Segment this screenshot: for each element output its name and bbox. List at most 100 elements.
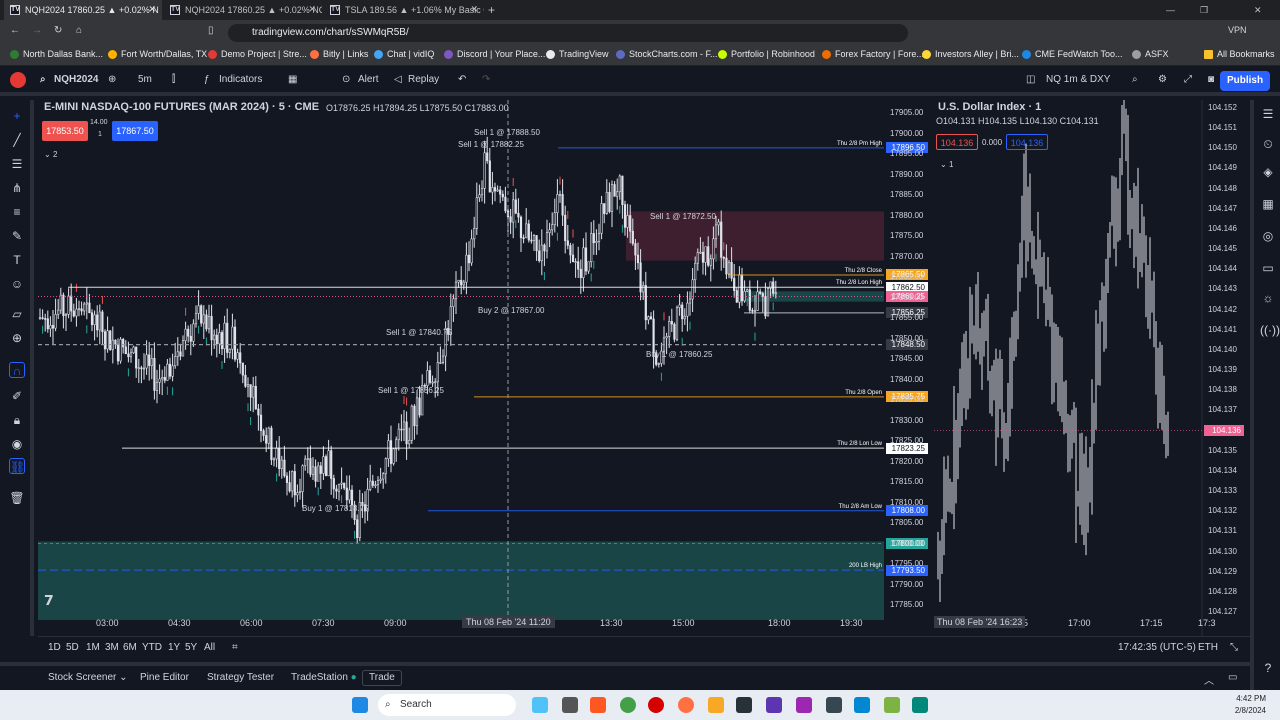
chrome-icon[interactable] [620,697,636,713]
bookmark-item[interactable]: Portfolio | Robinhood [718,49,815,59]
utc-clock[interactable]: 17:42:35 (UTC-5) [1118,642,1196,653]
bookmark-item[interactable]: Investors Alley | Bri... [922,49,1019,59]
trash-icon[interactable]: 🗑︎ [9,490,25,506]
profile-avatar[interactable] [10,72,26,88]
window-close-icon[interactable]: ✕ [1254,0,1270,20]
bookmark-item[interactable]: Forex Factory | Fore... [822,49,924,59]
layout-name-button[interactable]: NQ 1m & DXY [1046,74,1110,85]
app-icon[interactable] [912,697,928,713]
tab-stock-screener[interactable]: Stock Screener ⌄ [48,672,128,683]
indicator-count-toggle[interactable]: ⌄ 2 [44,150,57,159]
replay-button[interactable]: Replay [408,74,439,85]
indicators-button[interactable]: Indicators [219,74,262,85]
firefox-icon[interactable] [678,697,694,713]
text-icon[interactable]: T [9,252,25,268]
bookmark-item[interactable]: Bitly | Links [310,49,368,59]
quantity-value[interactable]: 1 [98,131,102,138]
replay-icon[interactable]: ◁ [394,74,402,85]
all-bookmarks-button[interactable]: All Bookmarks [1204,49,1275,59]
windows-start-icon[interactable] [352,697,368,713]
app-icon[interactable] [826,697,842,713]
bookmark-item[interactable]: CME FedWatch Too... [1022,49,1123,59]
buy-price-button[interactable]: 17867.50 [112,121,158,141]
chat-icon[interactable]: ▭ [1260,260,1276,276]
tab-tradestation[interactable]: TradeStation ● [291,672,357,683]
range-6m[interactable]: 6M [123,642,137,653]
maximize-panel-icon[interactable]: ▭ [1228,672,1237,683]
snapshot-camera-icon[interactable]: ◙ [1208,74,1214,85]
browser-tab-1[interactable]: TV NQH2024 17860.25 ▲ +0.02% N ✕ [4,0,162,20]
tab-strategy-tester[interactable]: Strategy Tester [207,672,274,683]
object-tree-layers-icon[interactable]: ◈ [1260,164,1276,180]
obs-icon[interactable] [766,697,782,713]
range-5d[interactable]: 5D [66,642,79,653]
system-clock[interactable]: 4:42 PM 2/8/2024 [1235,693,1266,717]
range-all[interactable]: All [204,642,215,653]
notifications-icon[interactable]: ◎ [1260,228,1276,244]
settings-gear-icon[interactable]: ⚙ [1158,74,1167,85]
range-1y[interactable]: 1Y [168,642,180,653]
ruler-icon[interactable]: ▱ [9,306,25,322]
tab-pine-editor[interactable]: Pine Editor [140,672,189,683]
dxy-line-chart[interactable] [934,100,1250,636]
alerts-clock-icon[interactable]: ⏲︎ [1260,136,1276,152]
browser-tab-2[interactable]: TV NQH2024 17860.25 ▲ +0.02% NQ 5m✕ [164,0,322,20]
help-icon[interactable]: ? [1260,660,1276,676]
magnet-icon[interactable]: ∩ [9,362,25,378]
minimize-icon[interactable]: — [1166,0,1182,20]
alert-button[interactable]: Alert [358,74,379,85]
close-icon[interactable]: ✕ [470,4,478,15]
vpn-button[interactable]: VPN [1228,25,1247,35]
redo-icon[interactable]: ↷ [482,74,490,85]
quick-search-icon[interactable]: ⌕ [1132,74,1138,85]
ideas-bulb-icon[interactable]: ☼ [1260,290,1276,306]
layout-icon[interactable]: ◫ [1026,74,1035,85]
eye-icon[interactable]: ◉ [9,436,25,452]
watchlist-icon[interactable]: ☰ [1260,106,1276,122]
collapse-panel-icon[interactable]: ︿ [1204,672,1214,687]
bookmark-item[interactable]: Discord | Your Place... [444,49,545,59]
bookmark-item[interactable]: ASFX [1132,49,1169,59]
horizontal-lines-icon[interactable]: ☰ [9,156,25,172]
sell-price-button[interactable]: 17853.50 [42,121,88,141]
new-tab-button[interactable]: + [488,0,504,20]
trend-line-icon[interactable]: ╱ [9,132,25,148]
home-icon[interactable]: ⌂ [76,25,82,36]
tab-trade[interactable]: Trade [362,670,402,686]
edge-browser-icon[interactable] [532,697,548,713]
bookmark-item[interactable]: StockCharts.com - F... [616,49,718,59]
compare-plus-icon[interactable]: ⊕ [108,74,116,85]
bookmark-item[interactable]: Demo Project | Stre... [208,49,307,59]
indicators-icon[interactable]: ƒ [204,74,210,85]
lock-icon[interactable]: 🔒︎ [9,412,25,428]
close-icon[interactable]: ✕ [148,4,156,15]
app-icon[interactable] [854,697,870,713]
maximize-panel-icon[interactable]: ⤡ [1230,642,1238,653]
fullscreen-icon[interactable]: ⤢ [1184,74,1192,85]
nq-candlestick-chart[interactable] [38,100,930,636]
broadcast-icon[interactable]: ((·)) [1260,322,1280,338]
bookmark-icon[interactable]: ▯ [208,25,214,36]
file-explorer-icon[interactable] [708,697,724,713]
maximize-icon[interactable]: ❐ [1200,0,1216,20]
emoji-icon[interactable]: ☺ [9,276,25,292]
back-icon[interactable]: ← [10,25,20,36]
calendar-icon[interactable]: ▦ [1260,196,1276,212]
undo-icon[interactable]: ↶ [458,74,466,85]
terminal-icon[interactable] [562,697,578,713]
candle-type-icon[interactable]: ⫿ [172,74,175,85]
chart-pane-dxy[interactable]: U.S. Dollar Index · 1 O104.131 H104.135 … [934,100,1250,636]
alert-clock-icon[interactable]: ⊙ [342,74,350,85]
brush-icon[interactable]: ✎ [9,228,25,244]
taskbar-search[interactable]: ⌕ Search [378,694,516,716]
pitchfork-icon[interactable]: ⋔ [9,180,25,196]
bookmark-item[interactable]: Fort Worth/Dallas, TX [108,49,207,59]
app-icon[interactable] [884,697,900,713]
dxy-buy-price-button[interactable]: 104.136 [1006,134,1048,150]
opera-icon[interactable] [648,697,664,713]
sync-link-icon[interactable]: ⛓︎ [9,458,25,474]
url-field[interactable]: tradingview.com/chart/sSWMqR5B/ [228,24,908,42]
stay-drawing-icon[interactable]: ✐ [9,388,25,404]
dxy-indicator-count-toggle[interactable]: ⌄ 1 [940,160,953,169]
dxy-sell-price-button[interactable]: 104.136 [936,134,978,150]
